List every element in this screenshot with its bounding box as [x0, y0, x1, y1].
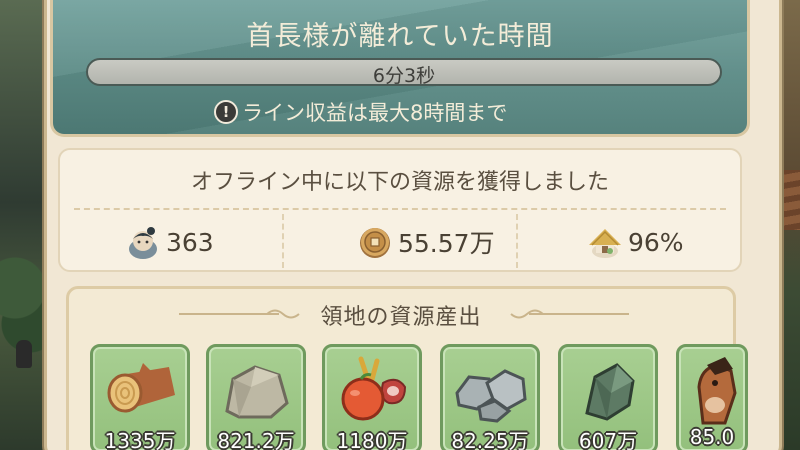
resource-amount: 607万	[578, 429, 638, 450]
food-icon	[341, 356, 407, 421]
population-value: 363	[166, 227, 214, 257]
happiness-value: 96%	[628, 227, 684, 257]
title-ornament-line	[529, 313, 629, 315]
title-ornament-line	[179, 313, 279, 315]
stone-icon	[225, 365, 289, 419]
offline-earnings-box: オフライン中に以下の資源を獲得しました 363 55.57万 96%	[58, 148, 742, 272]
resource-amount: 85.0	[689, 425, 735, 449]
stat-coins: 55.57万	[356, 222, 495, 262]
ore-icon	[455, 369, 527, 423]
divider	[516, 214, 518, 268]
coin-value: 55.57万	[398, 229, 495, 258]
exclamation-icon: !	[214, 100, 238, 124]
offline-limit-text: ライン収益は最大8時間まで	[242, 101, 508, 125]
coin-icon	[360, 228, 390, 258]
resource-amount: 82.25万	[451, 429, 529, 450]
offline-earnings-title: オフライン中に以下の資源を獲得しました	[190, 170, 609, 195]
resource-card-stone[interactable]: 821.2万	[206, 344, 306, 450]
divider	[74, 208, 726, 210]
resource-card-food[interactable]: 1180万	[322, 344, 422, 450]
happiness-hut-icon	[589, 229, 621, 258]
resource-card-wood[interactable]: 1335万	[90, 344, 190, 450]
elapsed-time-bar: 6分3秒	[86, 58, 722, 87]
territory-output-title: 領地の資源産出	[320, 305, 482, 330]
resource-card-jade[interactable]: 607万	[558, 344, 658, 450]
divider	[282, 214, 284, 268]
population-icon	[129, 227, 157, 259]
background-character	[16, 340, 32, 368]
resource-amount: 1335万	[104, 429, 176, 450]
wood-log-icon	[107, 363, 175, 413]
elapsed-time-text: 6分3秒	[372, 65, 436, 87]
jade-icon	[585, 363, 635, 421]
resource-card-ore[interactable]: 82.25万	[440, 344, 540, 450]
offline-limit-notice: ! ライン収益は最大8時間まで	[214, 97, 507, 127]
header-title: 首長様が離れていた時間	[246, 21, 554, 52]
resource-amount: 1180万	[336, 429, 408, 450]
stat-happiness: 96%	[586, 222, 684, 262]
title-ornament-left	[266, 309, 300, 319]
horse-icon	[697, 357, 737, 425]
resource-amount: 821.2万	[217, 429, 295, 450]
stat-population: 363	[124, 222, 214, 262]
resource-card-horse[interactable]: 85.0	[676, 344, 748, 450]
